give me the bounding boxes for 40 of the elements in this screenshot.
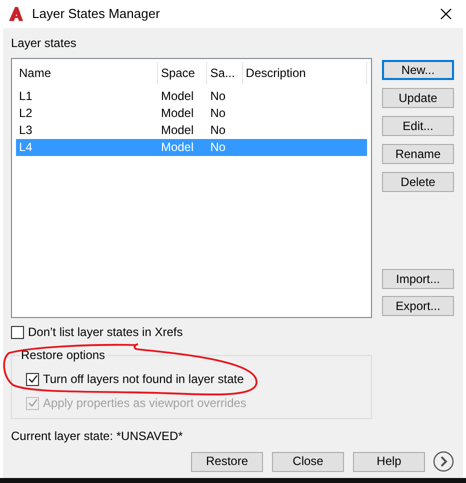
table-cell: L4 (19, 140, 32, 154)
checkbox[interactable] (26, 372, 39, 386)
table-cell: L3 (19, 123, 32, 137)
dialog-button[interactable]: New... (382, 60, 454, 80)
table-cell: Model (160, 106, 194, 120)
list-row[interactable]: L1 Model No (16, 88, 367, 105)
dialog-button[interactable]: Update (382, 88, 454, 108)
dialog-button[interactable]: Restore (191, 452, 263, 472)
table-cell: L2 (19, 106, 32, 120)
checkbox-label[interactable]: Don’t list layer states in Xrefs (28, 323, 183, 341)
dialog-button[interactable]: Help (353, 452, 425, 472)
column-header[interactable]: Sa... (207, 62, 243, 84)
column-header[interactable]: Name (16, 62, 158, 84)
section-label: Layer states (11, 35, 78, 52)
column-header[interactable]: Space (158, 62, 208, 84)
table-cell: Model (160, 89, 194, 103)
table-cell: No (210, 89, 226, 103)
table-cell: L1 (19, 89, 32, 103)
app-logo-icon (8, 6, 24, 22)
table-cell: Model (160, 140, 194, 154)
table-cell: No (210, 106, 226, 120)
dialog-button[interactable]: Delete (382, 172, 454, 192)
expand-button[interactable] (433, 451, 454, 472)
dialog-button[interactable]: Export... (382, 296, 454, 316)
list-row[interactable]: L2 Model No (16, 105, 367, 122)
dialog-button[interactable]: Import... (382, 269, 454, 289)
table-cell: No (210, 123, 226, 137)
dialog-button[interactable]: Rename (382, 144, 454, 164)
column-header[interactable]: Description (242, 62, 367, 84)
window-title: Layer States Manager (32, 5, 160, 24)
checkbox[interactable] (11, 326, 24, 338)
status-text: Current layer state: *UNSAVED* (11, 428, 184, 444)
close-icon[interactable] (440, 8, 452, 20)
list-row[interactable]: L3 Model No (16, 122, 367, 139)
dialog-button[interactable]: Close (272, 452, 344, 472)
table-cell: No (210, 140, 226, 154)
checkbox-label[interactable]: Turn off layers not found in layer state (43, 370, 244, 388)
group-label: Restore options (20, 347, 106, 363)
table-cell: Model (160, 123, 194, 137)
dialog-button[interactable]: Edit... (382, 116, 454, 136)
